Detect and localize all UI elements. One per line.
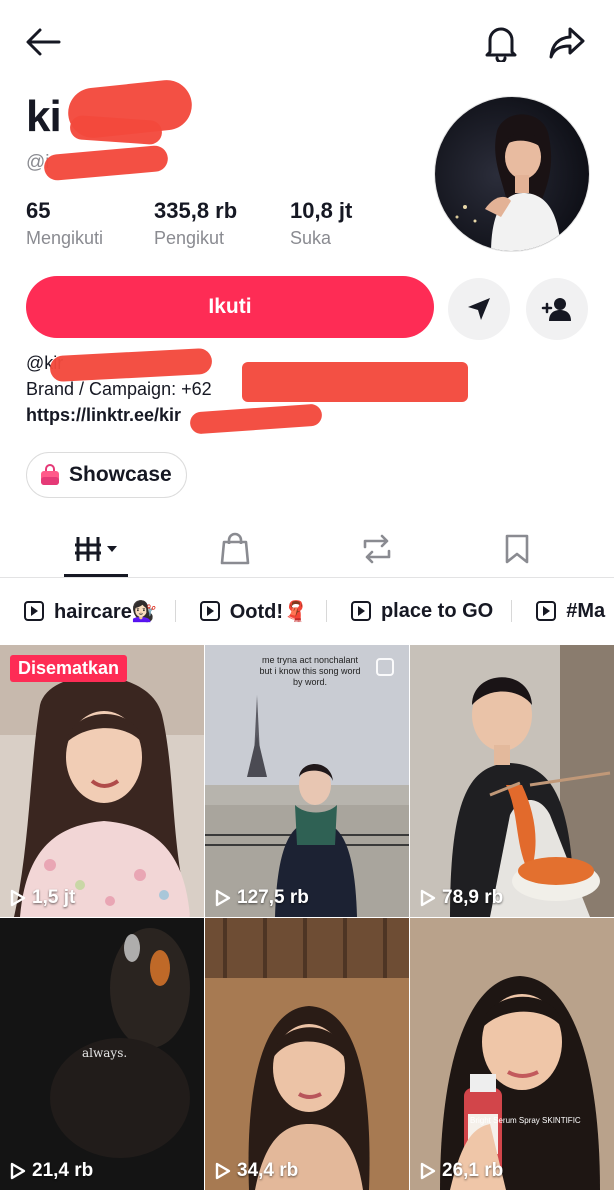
view-count: 34,4 rb [215, 1160, 298, 1182]
playlist-chip[interactable]: #Ma [536, 600, 605, 623]
repost-icon [363, 534, 391, 564]
view-count-text: 78,9 rb [442, 887, 504, 908]
send-icon [468, 298, 490, 320]
view-count: 127,5 rb [215, 887, 309, 909]
content-tabs [0, 520, 614, 578]
view-count-text: 1,5 jt [32, 887, 76, 908]
share-button[interactable] [544, 20, 590, 66]
play-icon [10, 1162, 26, 1180]
video-caption-overlay: always. [82, 1046, 128, 1060]
playlist-row: haircare💇🏻‍♀️ Ootd!🧣 place to GO #Ma [0, 580, 614, 642]
playlist-label: haircare💇🏻‍♀️ [54, 600, 157, 623]
video-grid: Disematkan 1,5 jt me tryna act nonchalan… [0, 645, 614, 1200]
tab-shop[interactable] [200, 520, 270, 578]
add-friend-button[interactable] [526, 278, 588, 340]
followers-count: 335,8 rb [154, 198, 238, 223]
video-caption-overlay: me tryna act nonchalant but i know this … [259, 655, 361, 687]
avatar[interactable] [434, 96, 590, 252]
video-thumbnail[interactable]: always. 21,4 rb [0, 918, 204, 1190]
view-count-text: 26,1 rb [442, 1160, 504, 1181]
play-icon [215, 889, 231, 907]
video-caption-overlay: Bright Serum Spray SKINTIFIC [470, 1116, 581, 1125]
redaction-mark [69, 114, 163, 146]
video-thumbnail[interactable]: Disematkan 1,5 jt [0, 645, 204, 917]
video-thumbnail[interactable]: Bright Serum Spray SKINTIFIC 26,1 rb [410, 918, 614, 1190]
divider [174, 600, 176, 622]
shopping-bag-icon [41, 464, 59, 485]
likes-count: 10,8 jt [290, 198, 353, 223]
following-stat[interactable]: 65 Mengikuti [26, 198, 114, 249]
following-label: Mengikuti [26, 228, 104, 248]
profile-stats: 65 Mengikuti 335,8 rb Pengikut 10,8 jt S… [26, 198, 392, 249]
multi-photo-icon [376, 658, 394, 676]
view-count: 21,4 rb [10, 1160, 93, 1182]
shopping-bag-icon [220, 532, 250, 565]
top-bar [0, 0, 614, 90]
video-thumbnail[interactable]: 78,9 rb [410, 645, 614, 917]
pinned-badge: Disematkan [10, 655, 128, 682]
following-count: 65 [26, 198, 51, 223]
bio-line: Brand / Campaign: +62 [26, 379, 212, 399]
follow-button[interactable]: Ikuti [26, 276, 434, 338]
divider [511, 600, 513, 622]
back-button[interactable] [20, 22, 66, 62]
redaction-mark [43, 144, 169, 182]
video-thumbnail-image [410, 645, 614, 917]
showcase-button[interactable]: Showcase [26, 452, 187, 498]
playlist-chip[interactable]: Ootd!🧣 [199, 599, 308, 624]
profile-name: ki [26, 92, 62, 141]
followers-label: Pengikut [154, 228, 225, 248]
playlist-play-icon [199, 601, 220, 621]
video-thumbnail[interactable]: me tryna act nonchalant but i know this … [205, 645, 409, 917]
share-arrow-icon [549, 27, 585, 59]
video-thumbnail-image [0, 645, 204, 917]
view-count-text: 127,5 rb [237, 887, 309, 908]
playlist-play-icon [350, 601, 371, 621]
bookmark-icon [505, 534, 529, 564]
playlist-play-icon [24, 601, 44, 621]
divider [325, 600, 327, 622]
playlist-play-icon [536, 601, 557, 621]
arrow-left-icon [26, 28, 61, 56]
playlist-label: place to GO [380, 599, 494, 622]
bell-icon [485, 27, 517, 62]
view-count: 78,9 rb [420, 887, 503, 909]
playlist-chip[interactable]: place to GO [350, 599, 494, 623]
notifications-button[interactable] [478, 20, 524, 66]
view-count: 26,1 rb [420, 1160, 503, 1182]
message-button[interactable] [448, 278, 510, 340]
video-thumbnail-image [410, 918, 614, 1190]
videos-grid-icon [75, 537, 117, 561]
view-count-text: 34,4 rb [237, 1160, 299, 1181]
tab-videos[interactable] [62, 520, 132, 578]
playlist-chip[interactable]: haircare💇🏻‍♀️ [24, 599, 157, 624]
play-icon [420, 889, 436, 907]
showcase-label: Showcase [69, 463, 172, 486]
add-user-icon [541, 298, 571, 321]
playlist-label: #Ma [566, 599, 606, 622]
play-icon [420, 1162, 436, 1180]
play-icon [10, 889, 26, 907]
redaction-mark [242, 362, 468, 402]
video-thumbnail[interactable]: 34,4 rb [205, 918, 409, 1190]
tab-reposts[interactable] [342, 520, 412, 578]
bio-link[interactable]: https://linktr.ee/kir [26, 402, 212, 428]
tab-favorites[interactable] [482, 520, 552, 578]
play-icon [215, 1162, 231, 1180]
likes-stat[interactable]: 10,8 jt Suka [290, 198, 352, 249]
video-thumbnail-image [205, 918, 409, 1190]
followers-stat[interactable]: 335,8 rb Pengikut [154, 198, 250, 249]
likes-label: Suka [290, 228, 332, 248]
view-count-text: 21,4 rb [32, 1160, 94, 1181]
avatar-photo [435, 97, 589, 251]
active-tab-indicator [64, 574, 128, 577]
playlist-label: Ootd!🧣 [229, 600, 308, 623]
view-count: 1,5 jt [10, 887, 75, 909]
